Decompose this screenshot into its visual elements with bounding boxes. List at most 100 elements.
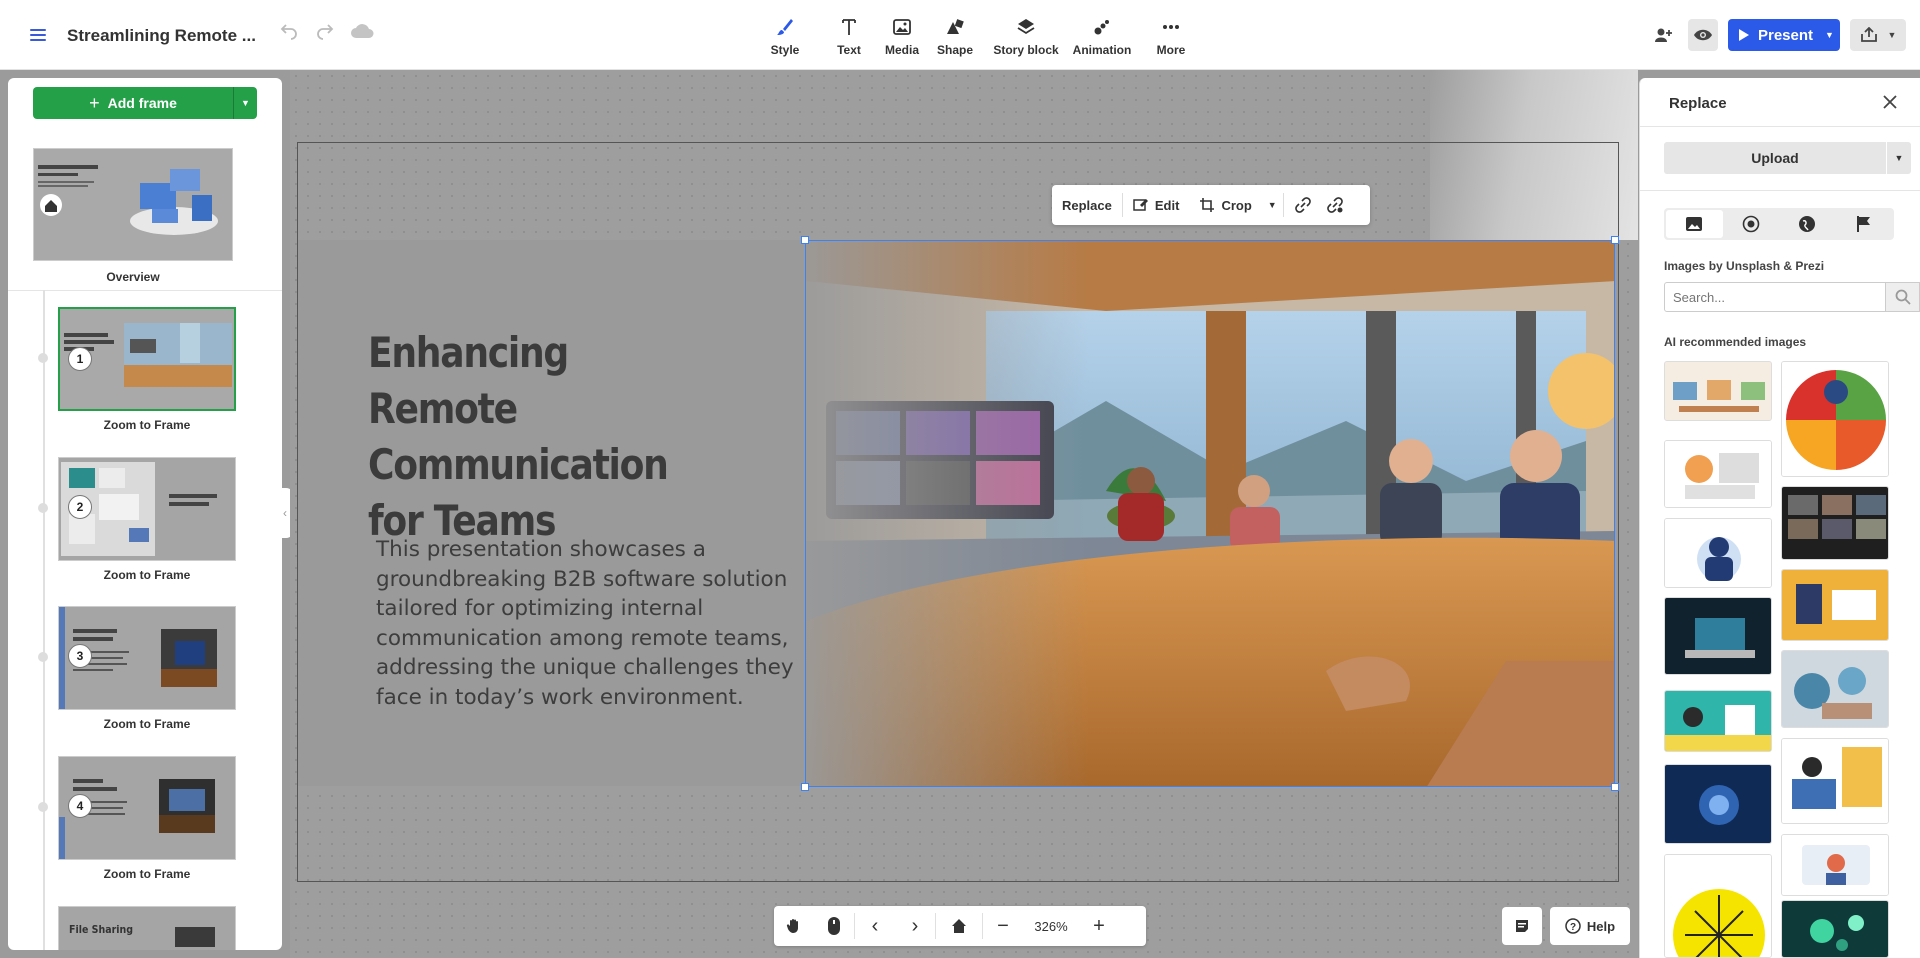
resize-handle-top-left[interactable] bbox=[801, 236, 809, 244]
frame-thumbnail-4[interactable]: 4 bbox=[58, 756, 236, 860]
recommended-image-thumbnail[interactable] bbox=[1664, 690, 1772, 752]
home-button[interactable] bbox=[936, 906, 982, 946]
insert-tools: Style Text Media Shape Story block Anima… bbox=[752, 0, 1204, 70]
recommended-image-thumbnail[interactable] bbox=[1664, 854, 1772, 958]
style-tool[interactable]: Style bbox=[752, 0, 818, 70]
resize-handle-bottom-right[interactable] bbox=[1611, 783, 1619, 791]
redo-icon[interactable] bbox=[312, 22, 338, 48]
frame-thumbnail-1[interactable]: 1 bbox=[58, 307, 236, 411]
editor-canvas[interactable]: Enhancing Remote Communication for Teams… bbox=[290, 70, 1638, 958]
crop-dropdown-icon[interactable]: ▼ bbox=[1262, 185, 1283, 225]
frame-number-badge: 2 bbox=[68, 495, 92, 519]
replace-image-button[interactable]: Replace bbox=[1052, 185, 1122, 225]
globe-icon bbox=[1799, 216, 1816, 232]
present-label: Present bbox=[1758, 26, 1814, 44]
image-search-input[interactable] bbox=[1664, 282, 1886, 312]
slide-body-text[interactable]: This presentation showcases a groundbrea… bbox=[376, 535, 796, 712]
tab-icons[interactable] bbox=[1836, 210, 1893, 238]
mouse-icon bbox=[828, 917, 840, 935]
recommended-image-thumbnail[interactable] bbox=[1781, 900, 1889, 958]
frame-item-3: 3 Zoom to Frame bbox=[38, 606, 236, 731]
present-dropdown-icon[interactable]: ▼ bbox=[1825, 30, 1834, 40]
frame-item-5: File Sharing bbox=[58, 906, 236, 950]
help-icon: ? bbox=[1565, 918, 1581, 934]
export-button[interactable]: ▼ bbox=[1850, 19, 1906, 51]
eye-icon bbox=[1694, 29, 1712, 41]
svg-text:?: ? bbox=[1570, 922, 1576, 933]
select-tool-button[interactable] bbox=[814, 906, 854, 946]
resize-handle-top-right[interactable] bbox=[1611, 236, 1619, 244]
close-icon[interactable] bbox=[1880, 92, 1900, 112]
export-dropdown-icon[interactable]: ▼ bbox=[1888, 30, 1897, 40]
add-frame-dropdown-icon[interactable]: ▼ bbox=[233, 87, 257, 119]
upload-dropdown-icon[interactable]: ▼ bbox=[1887, 142, 1911, 174]
recommended-image-thumbnail[interactable] bbox=[1664, 440, 1772, 508]
overview-thumbnail[interactable] bbox=[33, 148, 233, 261]
frame-thumbnail-image bbox=[175, 927, 215, 947]
selected-image[interactable] bbox=[805, 240, 1615, 787]
recommended-image-thumbnail[interactable] bbox=[1664, 597, 1772, 675]
recommended-image-thumbnail[interactable] bbox=[1781, 834, 1889, 896]
text-icon bbox=[842, 19, 856, 35]
zoom-out-icon[interactable]: − bbox=[983, 906, 1023, 946]
recommended-image-thumbnail[interactable] bbox=[1664, 764, 1772, 844]
story-block-tool[interactable]: Story block bbox=[986, 0, 1066, 70]
resize-handle-bottom-left[interactable] bbox=[801, 783, 809, 791]
zoom-to-frame-label[interactable]: Zoom to Frame bbox=[58, 867, 236, 881]
animation-tool[interactable]: Animation bbox=[1066, 0, 1138, 70]
sticker-icon bbox=[1742, 215, 1760, 233]
recommended-image-thumbnail[interactable] bbox=[1781, 569, 1889, 641]
hamburger-menu-icon[interactable] bbox=[28, 26, 50, 44]
zoom-to-frame-label[interactable]: Zoom to Frame bbox=[58, 418, 236, 432]
frame-thumbnail-2[interactable]: 2 bbox=[58, 457, 236, 561]
next-chevron-icon[interactable]: › bbox=[895, 906, 935, 946]
unlink-button[interactable] bbox=[1322, 185, 1348, 225]
frame-thumbnail-5[interactable]: File Sharing bbox=[58, 906, 236, 950]
recommended-image-thumbnail[interactable] bbox=[1781, 650, 1889, 728]
tab-stickers[interactable] bbox=[1723, 210, 1780, 238]
more-tool[interactable]: More bbox=[1138, 0, 1204, 70]
tree-node bbox=[38, 802, 48, 812]
recommended-image-thumbnail[interactable] bbox=[1781, 738, 1889, 824]
zoom-in-icon[interactable]: + bbox=[1079, 906, 1119, 946]
add-frame-button-group: + Add frame ▼ bbox=[33, 87, 257, 119]
upload-button[interactable]: Upload bbox=[1664, 142, 1886, 174]
link-icon bbox=[1294, 197, 1311, 213]
text-tool[interactable]: Text bbox=[818, 0, 880, 70]
search-button[interactable] bbox=[1886, 282, 1920, 312]
undo-icon[interactable] bbox=[276, 22, 302, 48]
crop-image-button[interactable]: Crop bbox=[1189, 185, 1261, 225]
present-button[interactable]: Present ▼ bbox=[1728, 19, 1840, 51]
notes-button[interactable] bbox=[1502, 907, 1542, 945]
document-title[interactable]: Streamlining Remote ... bbox=[67, 26, 256, 46]
zoom-to-frame-label[interactable]: Zoom to Frame bbox=[58, 568, 236, 582]
pan-tool-button[interactable] bbox=[774, 906, 814, 946]
zoom-level[interactable]: 326% bbox=[1023, 906, 1079, 946]
layers-icon bbox=[1017, 19, 1035, 35]
frame-thumbnail-3[interactable]: 3 bbox=[58, 606, 236, 710]
edit-image-button[interactable]: Edit bbox=[1123, 185, 1190, 225]
add-user-icon bbox=[1655, 28, 1672, 42]
recommended-image-thumbnail[interactable] bbox=[1781, 361, 1889, 477]
link-button[interactable] bbox=[1284, 185, 1322, 225]
previous-chevron-icon[interactable]: ‹ bbox=[855, 906, 895, 946]
slide-title[interactable]: Enhancing Remote Communication for Teams bbox=[368, 325, 703, 549]
edit-image-icon bbox=[1133, 199, 1148, 211]
preview-button[interactable] bbox=[1688, 19, 1718, 51]
hand-icon bbox=[786, 919, 798, 933]
recommended-image-thumbnail[interactable] bbox=[1781, 486, 1889, 560]
link-settings-icon bbox=[1326, 197, 1343, 213]
share-user-button[interactable] bbox=[1648, 19, 1678, 51]
tab-images[interactable] bbox=[1666, 210, 1723, 238]
media-tool[interactable]: Media bbox=[880, 0, 924, 70]
recommended-image-thumbnail[interactable] bbox=[1664, 361, 1772, 421]
add-frame-button[interactable]: + Add frame bbox=[33, 87, 233, 119]
animation-icon bbox=[1094, 20, 1109, 35]
more-label: More bbox=[1156, 43, 1186, 57]
zoom-to-frame-label[interactable]: Zoom to Frame bbox=[58, 717, 236, 731]
panel-divider bbox=[1640, 126, 1920, 127]
shape-tool[interactable]: Shape bbox=[924, 0, 986, 70]
recommended-image-thumbnail[interactable] bbox=[1664, 518, 1772, 588]
help-button[interactable]: ? Help bbox=[1550, 907, 1630, 945]
tab-gifs[interactable] bbox=[1779, 210, 1836, 238]
